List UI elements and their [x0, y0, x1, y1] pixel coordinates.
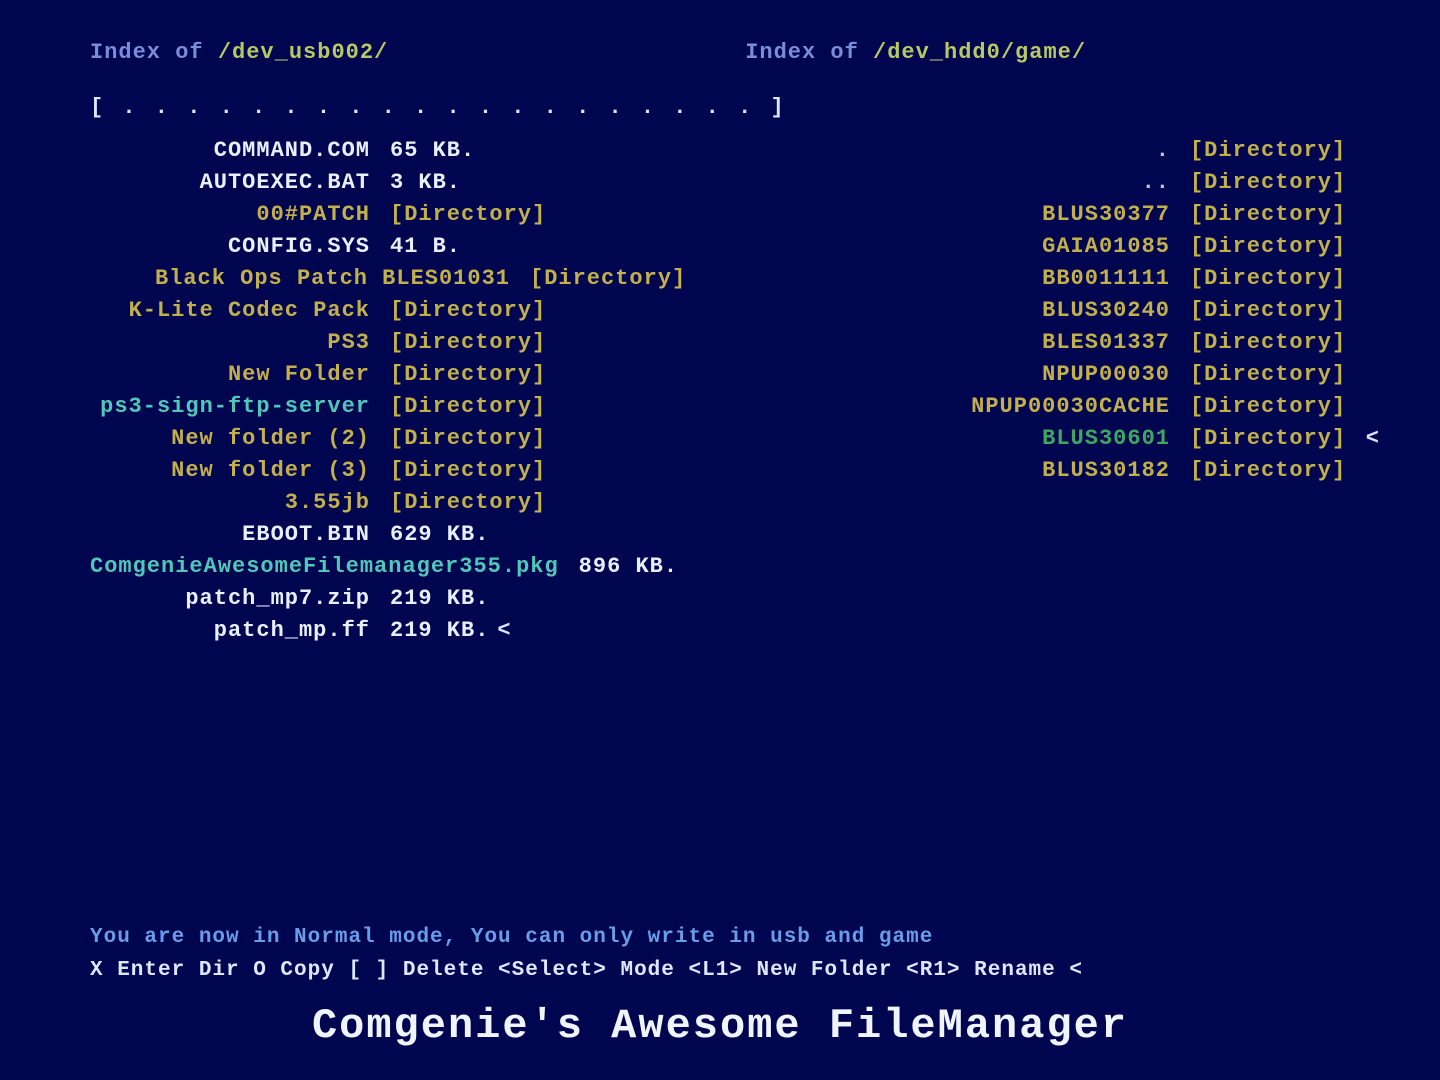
list-item[interactable]: New folder (3)[Directory] [90, 455, 695, 487]
file-info: [Directory] [1190, 231, 1350, 263]
file-info: 3 KB. [390, 167, 461, 199]
list-item[interactable]: Black Ops Patch BLES01031[Directory] [90, 263, 695, 295]
file-name: 00#PATCH [90, 199, 390, 231]
file-name: BLUS30377 [1042, 199, 1190, 231]
list-item[interactable]: PS3[Directory] [90, 327, 695, 359]
app-title: Comgenie's Awesome FileManager [90, 1002, 1350, 1050]
file-name: BLUS30240 [1042, 295, 1190, 327]
list-item[interactable]: ComgenieAwesomeFilemanager355.pkg896 KB. [90, 551, 695, 583]
right-header-path: /dev_hdd0/game/ [873, 40, 1086, 65]
file-info: [Directory] [1190, 359, 1350, 391]
list-item[interactable]: BLUS30240[Directory] [715, 295, 1350, 327]
file-name: Black Ops Patch BLES01031 [90, 263, 530, 295]
file-info: [Directory] [530, 263, 686, 295]
file-info: 896 KB. [579, 551, 678, 583]
left-pane-header: Index of /dev_usb002/ [90, 40, 745, 65]
cursor-icon: < [1366, 423, 1380, 455]
left-file-pane[interactable]: COMMAND.COM65 KB.AUTOEXEC.BAT3 KB.00#PAT… [90, 135, 695, 647]
list-item[interactable]: New Folder[Directory] [90, 359, 695, 391]
file-name: BLUS30182 [1042, 455, 1190, 487]
list-item[interactable]: BLUS30377[Directory] [715, 199, 1350, 231]
file-info: [Directory] [1190, 455, 1350, 487]
file-name: New folder (2) [90, 423, 390, 455]
list-item[interactable]: .[Directory] [715, 135, 1350, 167]
file-info: [Directory] [1190, 295, 1350, 327]
cursor-icon: < [497, 615, 511, 647]
left-header-label: Index of [90, 40, 218, 65]
file-name: ComgenieAwesomeFilemanager355.pkg [90, 551, 579, 583]
file-info: [Directory] [1190, 327, 1350, 359]
list-item[interactable]: patch_mp.ff219 KB.< [90, 615, 695, 647]
list-item[interactable]: EBOOT.BIN629 KB. [90, 519, 695, 551]
right-header-label: Index of [745, 40, 873, 65]
help-line: X Enter Dir O Copy [ ] Delete <Select> M… [90, 959, 1350, 982]
file-name: New Folder [90, 359, 390, 391]
list-item[interactable]: COMMAND.COM65 KB. [90, 135, 695, 167]
file-info: 219 KB. [390, 615, 489, 647]
list-item[interactable]: 00#PATCH[Directory] [90, 199, 695, 231]
file-info: 65 KB. [390, 135, 475, 167]
list-item[interactable]: BB0011111[Directory] [715, 263, 1350, 295]
file-name: AUTOEXEC.BAT [90, 167, 390, 199]
file-info: 629 KB. [390, 519, 489, 551]
left-header-path: /dev_usb002/ [218, 40, 388, 65]
file-name: New folder (3) [90, 455, 390, 487]
file-info: [Directory] [1190, 423, 1350, 455]
list-item[interactable]: patch_mp7.zip219 KB. [90, 583, 695, 615]
file-info: [Directory] [1190, 135, 1350, 167]
file-name: ps3-sign-ftp-server [90, 391, 390, 423]
file-name: GAIA01085 [1042, 231, 1190, 263]
list-item[interactable]: AUTOEXEC.BAT3 KB. [90, 167, 695, 199]
file-info: [Directory] [1190, 391, 1350, 423]
file-name: EBOOT.BIN [90, 519, 390, 551]
file-name: patch_mp.ff [90, 615, 390, 647]
file-info: 41 B. [390, 231, 461, 263]
file-info: [Directory] [1190, 263, 1350, 295]
list-item[interactable]: 3.55jb[Directory] [90, 487, 695, 519]
file-name: 3.55jb [90, 487, 390, 519]
file-info: [Directory] [390, 199, 546, 231]
file-info: [Directory] [1190, 167, 1350, 199]
status-line: You are now in Normal mode, You can only… [90, 926, 1350, 949]
file-name: COMMAND.COM [90, 135, 390, 167]
list-item[interactable]: ps3-sign-ftp-server[Directory] [90, 391, 695, 423]
file-name: NPUP00030CACHE [971, 391, 1190, 423]
file-info: [Directory] [390, 455, 546, 487]
file-name: .. [1142, 167, 1190, 199]
list-item[interactable]: BLUS30601[Directory]< [715, 423, 1350, 455]
list-item[interactable]: BLUS30182[Directory] [715, 455, 1350, 487]
list-item[interactable]: CONFIG.SYS41 B. [90, 231, 695, 263]
file-info: [Directory] [390, 327, 546, 359]
file-info: [Directory] [390, 359, 546, 391]
file-name: BLES01337 [1042, 327, 1190, 359]
file-info: [Directory] [390, 295, 546, 327]
file-info: 219 KB. [390, 583, 489, 615]
file-info: [Directory] [390, 423, 546, 455]
file-info: [Directory] [1190, 199, 1350, 231]
list-item[interactable]: K-Lite Codec Pack[Directory] [90, 295, 695, 327]
file-name: . [1156, 135, 1190, 167]
file-name: K-Lite Codec Pack [90, 295, 390, 327]
file-name: BB0011111 [1042, 263, 1190, 295]
file-info: [Directory] [390, 487, 546, 519]
right-pane-header: Index of /dev_hdd0/game/ [745, 40, 1350, 65]
list-item[interactable]: BLES01337[Directory] [715, 327, 1350, 359]
list-item[interactable]: New folder (2)[Directory] [90, 423, 695, 455]
list-item[interactable]: GAIA01085[Directory] [715, 231, 1350, 263]
progress-indicator: [ . . . . . . . . . . . . . . . . . . . … [90, 95, 1350, 120]
file-info: [Directory] [390, 391, 546, 423]
file-name: patch_mp7.zip [90, 583, 390, 615]
list-item[interactable]: ..[Directory] [715, 167, 1350, 199]
file-name: PS3 [90, 327, 390, 359]
file-name: NPUP00030 [1042, 359, 1190, 391]
right-file-pane[interactable]: .[Directory]..[Directory]BLUS30377[Direc… [695, 135, 1350, 647]
list-item[interactable]: NPUP00030[Directory] [715, 359, 1350, 391]
file-name: BLUS30601 [1042, 423, 1190, 455]
file-name: CONFIG.SYS [90, 231, 390, 263]
list-item[interactable]: NPUP00030CACHE[Directory] [715, 391, 1350, 423]
